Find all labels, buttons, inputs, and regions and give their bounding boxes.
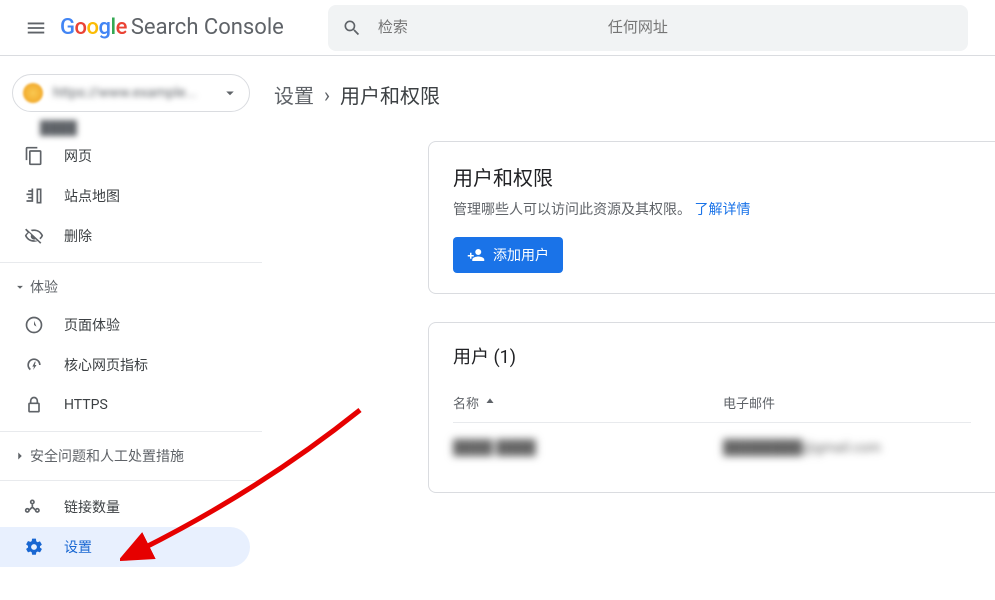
add-user-label: 添加用户 [493,245,549,265]
breadcrumb: 设置 › 用户和权限 [262,80,995,109]
column-header-name[interactable]: 名称 [453,393,723,412]
column-header-email[interactable]: 电子邮件 [723,393,971,412]
chevron-down-icon [10,280,30,294]
google-logo-text: Google [60,15,127,40]
property-selector[interactable]: https://www.example... [12,74,250,112]
sidebar-item-removals[interactable]: 删除 [0,216,250,256]
sidebar-item-links[interactable]: 链接数量 [0,487,250,527]
sidebar-item-core-web-vitals[interactable]: 核心网页指标 [0,345,250,385]
property-favicon [23,83,43,103]
sidebar: https://www.example... ████ 网页 站点地图 删除 体… [0,56,262,600]
sidebar-truncated: ████ [40,120,262,136]
search-icon [342,18,362,38]
menu-icon [25,17,47,39]
divider [0,431,262,432]
users-title: 用户 (1) [453,343,971,369]
chevron-right-icon [10,449,30,463]
subtitle-text: 管理哪些人可以访问此资源及其权限。 [453,202,691,218]
page-experience-icon [22,315,46,335]
product-name: Search Console [131,15,284,40]
lock-icon [22,395,46,415]
sidebar-item-page-experience[interactable]: 页面体验 [0,305,250,345]
property-label: https://www.example... [53,85,221,101]
sidebar-item-label: HTTPS [64,397,108,413]
speed-icon [22,355,46,375]
sidebar-item-sitemaps[interactable]: 站点地图 [0,176,250,216]
breadcrumb-root[interactable]: 设置 [274,80,314,109]
sidebar-item-label: 网页 [64,146,92,166]
sidebar-group-label: 体验 [30,277,58,297]
sidebar-item-label: 核心网页指标 [64,355,148,375]
add-user-button[interactable]: 添加用户 [453,237,563,273]
gear-icon [22,537,46,557]
sidebar-item-label: 站点地图 [64,186,120,206]
table-header: 名称 电子邮件 [453,393,971,423]
url-inspect-search[interactable] [328,5,968,51]
pages-icon [22,146,46,166]
sidebar-item-pages[interactable]: 网页 [0,136,250,176]
column-label: 电子邮件 [723,397,775,412]
chevron-right-icon: › [324,83,330,107]
sidebar-group-experience[interactable]: 体验 [0,269,262,305]
user-email-cell: ████████@gmail.com [723,439,971,456]
user-name-cell: ████ ████ [453,439,723,456]
links-icon [22,497,46,517]
sitemap-icon [22,186,46,206]
sidebar-item-label: 链接数量 [64,497,120,517]
product-logo[interactable]: Google Search Console [60,15,284,40]
sidebar-group-security[interactable]: 安全问题和人工处置措施 [0,438,262,474]
column-label: 名称 [453,393,479,412]
divider [0,480,262,481]
sidebar-item-https[interactable]: HTTPS [0,385,250,425]
table-row[interactable]: ████ ████ ████████@gmail.com [453,423,971,472]
top-bar: Google Search Console [0,0,995,56]
users-card: 用户 (1) 名称 电子邮件 ████ ████ ████████@gmail.… [428,322,995,493]
hamburger-menu-button[interactable] [16,8,56,48]
breadcrumb-current: 用户和权限 [340,80,440,109]
card-title: 用户和权限 [453,162,971,191]
sort-asc-icon [483,396,497,410]
permissions-card: 用户和权限 管理哪些人可以访问此资源及其权限。 了解详情 添加用户 [428,141,995,294]
sidebar-item-label: 设置 [64,537,92,557]
divider [0,262,262,263]
card-subtitle: 管理哪些人可以访问此资源及其权限。 了解详情 [453,199,971,219]
removal-icon [22,226,46,246]
main-content: 设置 › 用户和权限 用户和权限 管理哪些人可以访问此资源及其权限。 了解详情 … [262,56,995,600]
sidebar-item-settings[interactable]: 设置 [0,527,250,567]
sidebar-item-label: 删除 [64,226,92,246]
sidebar-item-label: 页面体验 [64,315,120,335]
sidebar-group-label: 安全问题和人工处置措施 [30,446,184,466]
chevron-down-icon [221,84,239,102]
learn-more-link[interactable]: 了解详情 [694,202,750,218]
person-add-icon [467,246,485,264]
url-inspect-input[interactable] [378,19,954,36]
